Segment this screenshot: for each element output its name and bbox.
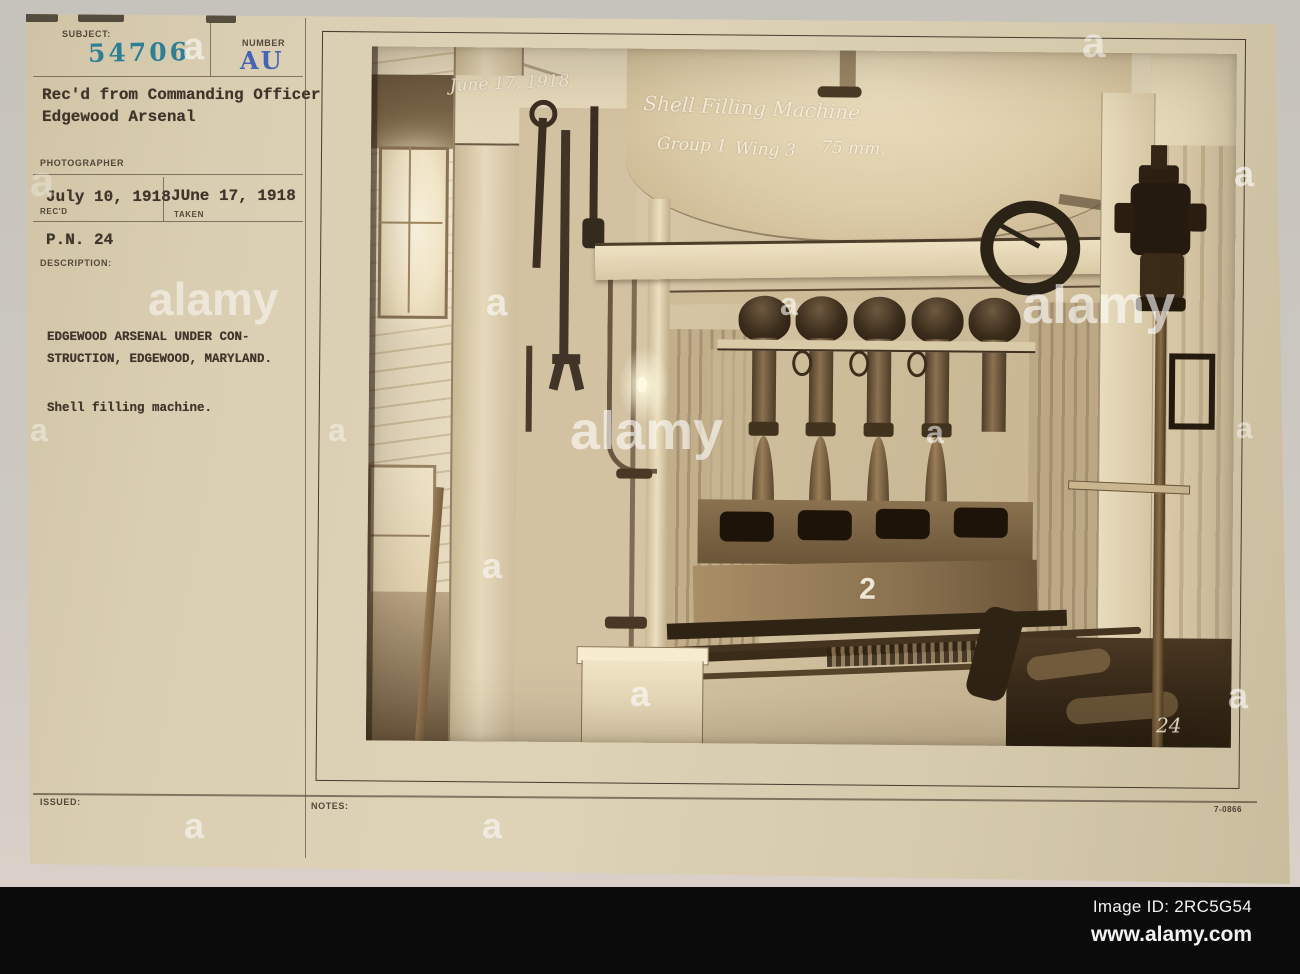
- footer-right: Image ID: 2RC5G54 www.alamy.com: [1091, 897, 1252, 947]
- photo-wrap: June 17, 1918 Shell Filling Machine Grou…: [26, 14, 1290, 884]
- image-id-label: Image ID:: [1092, 897, 1170, 916]
- stock-photo-page: SUBJECT: 54706 NUMBER AU Rec'd from Comm…: [0, 0, 1300, 974]
- archive-card: SUBJECT: 54706 NUMBER AU Rec'd from Comm…: [26, 14, 1290, 884]
- image-id-line: Image ID: 2RC5G54: [1091, 897, 1252, 917]
- alamy-website: www.alamy.com: [1090, 923, 1252, 946]
- shell-filling-machine-photo: June 17, 1918 Shell Filling Machine Grou…: [365, 46, 1237, 748]
- alamy-footer-bar: alamy Image ID: 2RC5G54 www.alamy.com: [0, 887, 1300, 974]
- photo-vignette: [366, 46, 1237, 748]
- image-id-value: 2RC5G54: [1174, 897, 1252, 916]
